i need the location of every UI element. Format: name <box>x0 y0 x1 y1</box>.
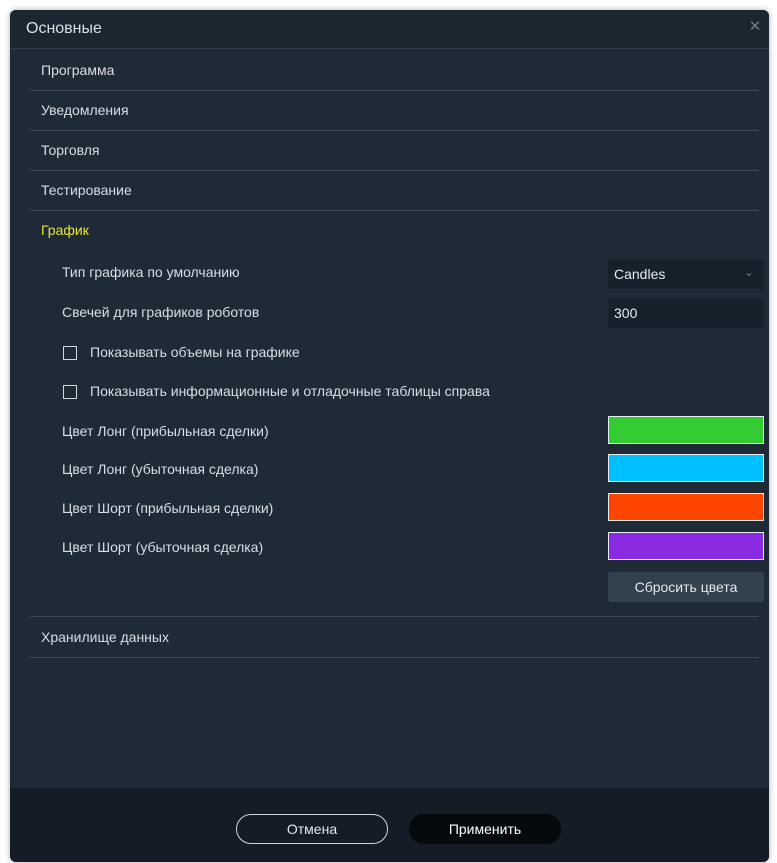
section-chart[interactable]: График <box>30 210 759 250</box>
section-label: График <box>41 222 89 238</box>
show-volumes-checkbox[interactable] <box>63 346 77 360</box>
show-tables-label: Показывать информационные и отладочные т… <box>90 383 490 399</box>
color-long-profit-label: Цвет Лонг (прибыльная сделки) <box>62 423 269 439</box>
show-volumes-label: Показывать объемы на графике <box>90 344 300 360</box>
cancel-button[interactable]: Отмена <box>236 814 388 844</box>
color-long-loss-swatch[interactable] <box>608 454 764 482</box>
section-label: Уведомления <box>41 102 129 118</box>
show-tables-checkbox[interactable] <box>63 385 77 399</box>
section-testing[interactable]: Тестирование <box>30 170 759 211</box>
candles-count-input[interactable] <box>608 298 764 328</box>
section-program[interactable]: Программа <box>30 50 759 91</box>
section-label: Торговля <box>41 142 100 158</box>
chevron-down-icon: ⌄ <box>743 265 754 279</box>
color-long-profit-swatch[interactable] <box>608 416 764 444</box>
color-short-loss-swatch[interactable] <box>608 532 764 560</box>
close-icon[interactable]: ✕ <box>747 18 763 36</box>
chart-type-label: Тип графика по умолчанию <box>62 264 240 280</box>
color-short-profit-label: Цвет Шорт (прибыльная сделки) <box>62 500 274 516</box>
section-label: Хранилище данных <box>41 629 169 645</box>
section-label: Программа <box>41 62 115 78</box>
section-data-storage[interactable]: Хранилище данных <box>30 616 759 658</box>
candles-count-label: Свечей для графиков роботов <box>62 304 260 320</box>
dialog-title: Основные <box>26 20 102 37</box>
section-trading[interactable]: Торговля <box>30 130 759 171</box>
settings-dialog: Основные ✕ Программа Уведомления Торговл… <box>10 10 769 862</box>
color-short-loss-label: Цвет Шорт (убыточная сделка) <box>62 539 264 555</box>
apply-button[interactable]: Применить <box>409 814 561 844</box>
reset-colors-button[interactable]: Сбросить цвета <box>608 572 764 602</box>
section-label: Тестирование <box>41 182 132 198</box>
chart-type-select[interactable]: Candles ⌄ <box>608 259 764 289</box>
section-notifications[interactable]: Уведомления <box>30 90 759 131</box>
dialog-titlebar: Основные ✕ <box>10 10 769 49</box>
color-short-profit-swatch[interactable] <box>608 493 764 521</box>
chart-type-value: Candles <box>614 266 666 282</box>
dialog-footer: Отмена Применить <box>10 788 769 862</box>
color-long-loss-label: Цвет Лонг (убыточная сделка) <box>62 461 259 477</box>
